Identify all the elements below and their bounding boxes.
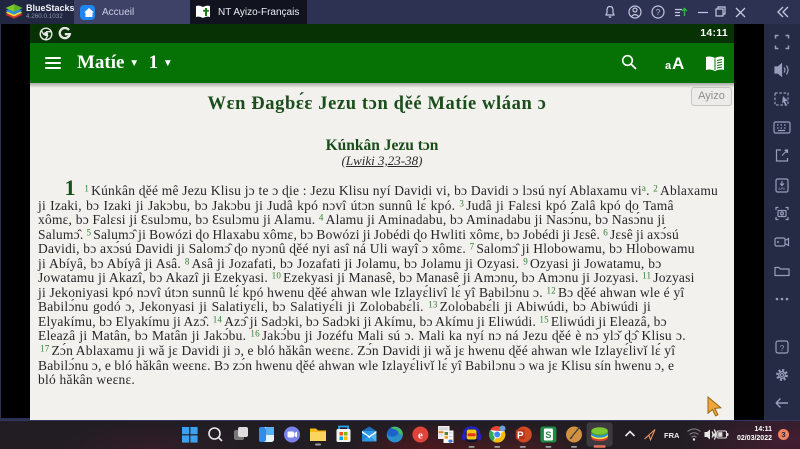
svg-text:S: S [545, 430, 551, 440]
svg-text:P: P [517, 431, 524, 442]
svg-text:APK: APK [778, 187, 786, 191]
svg-text:a: a [665, 60, 672, 72]
svg-text:e: e [418, 430, 423, 442]
svg-text:?: ? [780, 344, 785, 353]
svg-text:?: ? [656, 8, 661, 17]
svg-text:A: A [672, 54, 684, 73]
